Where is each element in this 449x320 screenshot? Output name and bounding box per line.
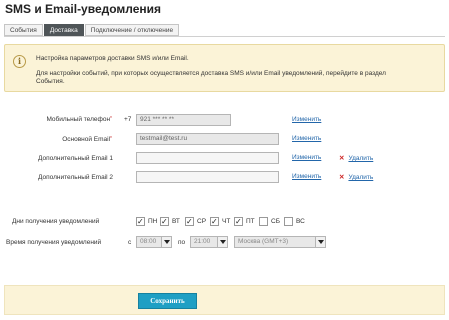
chevron-down-icon <box>315 237 325 247</box>
save-button[interactable]: Сохранить <box>138 293 197 309</box>
change-extra-email-1-link[interactable]: Изменить <box>292 154 321 161</box>
delete-extra-email-1[interactable]: ✕ Удалить <box>339 154 373 162</box>
tab-connect-disconnect[interactable]: Подключение / отключение <box>84 24 180 36</box>
tab-events[interactable]: События <box>4 24 43 36</box>
notice-text-1: Настройка параметров доставки SMS и/или … <box>36 55 189 62</box>
day-checkbox[interactable] <box>259 216 268 226</box>
days-label: Дни получения уведомлений <box>12 218 100 225</box>
timezone-select[interactable]: Москва (GMT+3) <box>234 236 326 248</box>
day-checkbox[interactable] <box>185 216 194 226</box>
time-to-label: по <box>178 239 186 246</box>
info-icon: i <box>13 55 26 68</box>
day-fri[interactable]: ПТ <box>234 216 255 228</box>
day-thu[interactable]: ЧТ <box>210 216 230 228</box>
day-checkbox[interactable] <box>136 216 145 226</box>
delete-extra-email-2[interactable]: ✕ Удалить <box>339 173 373 181</box>
chevron-down-icon <box>161 237 171 247</box>
day-checkbox[interactable] <box>234 216 243 226</box>
time-from-label: с <box>128 239 132 246</box>
tab-bar: События Доставка Подключение / отключени… <box>4 24 180 36</box>
change-phone-link[interactable]: Изменить <box>292 116 321 123</box>
main-email-field[interactable]: testmail@test.ru <box>136 133 279 145</box>
day-wed[interactable]: СР <box>185 216 206 228</box>
day-tue[interactable]: ВТ <box>160 216 180 228</box>
form-footer: Сохранить <box>4 285 445 315</box>
delete-icon: ✕ <box>339 174 345 181</box>
time-label: Время получения уведомлений <box>6 239 102 246</box>
extra-email-1-field[interactable] <box>136 152 279 164</box>
chevron-down-icon <box>217 237 227 247</box>
change-extra-email-2-link[interactable]: Изменить <box>292 173 321 180</box>
extra-email-2-field[interactable] <box>136 171 279 183</box>
day-checkbox[interactable] <box>160 216 169 226</box>
phone-label: Мобильный телефон* <box>46 116 112 123</box>
tab-divider <box>4 36 445 37</box>
change-main-email-link[interactable]: Изменить <box>292 135 321 142</box>
extra-email-1-label: Дополнительный Email 1 <box>38 155 113 162</box>
day-checkbox[interactable] <box>284 216 293 226</box>
page-title: SMS и Email-уведомления <box>5 2 162 16</box>
time-from-select[interactable]: 08:00 <box>136 236 172 248</box>
notice-text-3: События. <box>36 78 65 85</box>
info-notice: i Настройка параметров доставки SMS и/ил… <box>4 44 445 92</box>
day-sat[interactable]: СБ <box>259 216 280 228</box>
main-email-label: Основной Email* <box>62 136 112 143</box>
time-to-select[interactable]: 21:00 <box>190 236 228 248</box>
day-checkbox[interactable] <box>210 216 219 226</box>
phone-field[interactable]: 921 *** ** ** <box>136 114 231 126</box>
notice-text-2: Для настройки событий, при которых осуще… <box>36 70 386 77</box>
day-mon[interactable]: ПН <box>136 216 157 228</box>
extra-email-2-label: Дополнительный Email 2 <box>38 174 113 181</box>
delete-icon: ✕ <box>339 155 345 162</box>
day-sun[interactable]: ВС <box>284 216 305 228</box>
tab-delivery[interactable]: Доставка <box>43 24 84 36</box>
phone-prefix: +7 <box>124 116 132 123</box>
